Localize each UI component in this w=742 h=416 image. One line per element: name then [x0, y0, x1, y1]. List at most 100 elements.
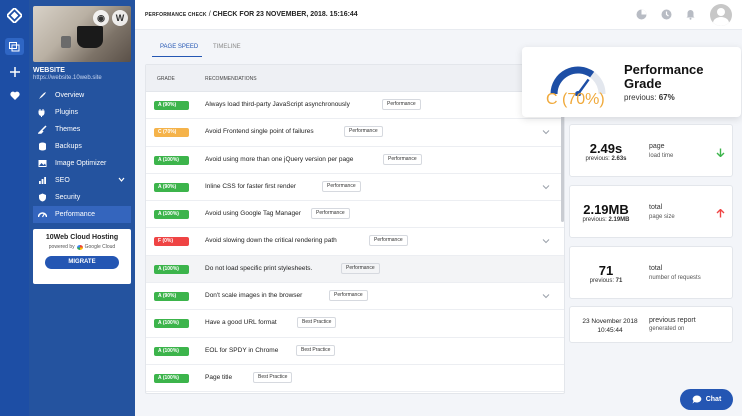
favorites-icon[interactable]: [5, 87, 24, 104]
report-label: previous report: [649, 317, 696, 324]
metric-previous-value: 71: [615, 278, 623, 284]
table-row[interactable]: A (90%) Inline CSS for faster first rende…: [146, 174, 564, 202]
chevron-down-icon[interactable]: [542, 128, 550, 136]
recommendation-text: Page title: [205, 373, 233, 381]
metric-previous-label: previous:: [582, 217, 607, 223]
metric-label: total: [649, 204, 663, 211]
sidebar-item-security[interactable]: Security: [33, 189, 131, 206]
table-row: A (90%) Always load third-party JavaScrip…: [146, 92, 564, 120]
metric-sublabel: number of requests: [649, 275, 701, 281]
recommendations-table: GRADE RECOMMENDATIONS A (90%) Always load…: [145, 64, 565, 394]
column-header-recommendations: RECOMMENDATIONS: [205, 76, 257, 82]
arrow-down-icon: [716, 148, 725, 157]
metric-previous-label: previous:: [589, 278, 614, 284]
sidebar-item-label: Backups: [55, 143, 82, 150]
table-row: A (100%) Avoid using Google Tag Manager Pe…: [146, 201, 564, 229]
powered-by-label: powered by: [48, 244, 75, 250]
metric-previous: previous: 2.19MB: [570, 217, 642, 223]
table-row[interactable]: F (0%) Avoid slowing down the critical re…: [146, 228, 564, 256]
top-header: PERFORMANCE CHECK / CHECK FOR 23 NOVEMBE…: [135, 0, 742, 30]
migrate-button[interactable]: MIGRATE: [45, 256, 119, 269]
chart-icon: [38, 176, 47, 185]
metric-value: 71: [598, 263, 614, 278]
chat-bubble-icon: [692, 395, 702, 404]
category-tag: Performance: [322, 180, 361, 192]
grade-badge: A (100%): [154, 264, 189, 274]
sidebar-item-image-optimizer[interactable]: Image Optimizer: [33, 155, 131, 172]
site-thumbnail[interactable]: ◉ W: [33, 6, 131, 62]
grade-previous-label: previous:: [624, 93, 657, 102]
tab-timeline[interactable]: TIMELINE: [213, 44, 241, 50]
previous-report-card[interactable]: 23 November 2018 10:45:44 previous repor…: [569, 306, 733, 343]
metric-sublabel: load time: [649, 153, 674, 159]
websites-icon[interactable]: [5, 38, 24, 55]
eye-icon[interactable]: ◉: [93, 10, 109, 26]
database-icon: [38, 142, 47, 151]
page-title: CHECK FOR 23 NOVEMBER, 2018. 15:16:44: [212, 11, 358, 18]
chevron-down-icon[interactable]: [542, 237, 550, 245]
recommendation-text: Do not load specific print stylesheets.: [205, 264, 313, 272]
metric-previous-value: 2.63s: [611, 156, 627, 162]
active-tab-indicator: [152, 56, 202, 57]
category-tag: Performance: [369, 235, 408, 247]
metric-card-load-time: 2.49s previous: 2.63s page load time: [569, 124, 733, 177]
google-cloud-label: Google Cloud: [84, 244, 116, 250]
category-tag: Performance: [344, 126, 383, 138]
chat-button[interactable]: Chat: [680, 389, 733, 410]
grade-badge: A (100%): [154, 373, 189, 383]
column-header-grade: GRADE: [157, 76, 175, 82]
avatar[interactable]: [710, 4, 732, 26]
sidebar-item-themes[interactable]: Themes: [33, 121, 131, 138]
sidebar-item-overview[interactable]: Overview: [33, 87, 131, 104]
sidebar: ◉ W WEBSITE https://website.10web.site O…: [29, 0, 135, 416]
brush-icon: [38, 125, 47, 134]
metric-previous-value: 2.19MB: [608, 217, 630, 223]
table-row[interactable]: C (70%) Avoid Frontend single point of fa…: [146, 119, 564, 147]
metric-sublabel: page size: [649, 214, 675, 220]
grade-badge: A (90%): [154, 101, 189, 110]
google-cloud-icon: [76, 244, 83, 250]
grade-badge: A (100%): [154, 346, 189, 356]
rocket-icon: [38, 91, 47, 100]
sidebar-item-backups[interactable]: Backups: [33, 138, 131, 155]
table-row[interactable]: A (90%) Don't scale images in the browser…: [146, 283, 564, 311]
sidebar-item-label: Security: [55, 194, 81, 201]
image-icon: [38, 159, 47, 168]
sidebar-item-performance[interactable]: Performance: [33, 206, 131, 223]
add-site-icon[interactable]: [5, 63, 24, 80]
category-tag: Best Practice: [297, 317, 337, 329]
breadcrumb-parent[interactable]: PERFORMANCE CHECK: [145, 12, 207, 18]
sidebar-item-label: Plugins: [55, 109, 78, 116]
site-name: WEBSITE: [33, 67, 65, 74]
promo-powered-by: powered by Google Cloud: [33, 244, 131, 250]
report-time: 10:45:44: [597, 327, 623, 334]
recommendation-text: Avoid slowing down the critical renderin…: [205, 237, 337, 245]
clock-icon[interactable]: [661, 9, 672, 20]
wordpress-icon[interactable]: W: [112, 10, 128, 26]
bell-icon[interactable]: [685, 9, 696, 20]
grade-badge: A (90%): [154, 292, 189, 302]
site-url[interactable]: https://website.10web.site: [33, 75, 102, 81]
table-row: A (100%) EOL for SPDY in Chrome Best Pract…: [146, 338, 564, 365]
category-tag: Best Practice: [296, 344, 336, 356]
table-row: A (100%) Do not load specific print style…: [146, 255, 564, 284]
tab-page-speed[interactable]: PAGE SPEED: [160, 44, 198, 50]
metric-value: 2.19MB: [583, 202, 629, 217]
chevron-down-icon[interactable]: [118, 176, 125, 183]
metric-value: 2.49s: [589, 141, 623, 156]
breadcrumb: PERFORMANCE CHECK / CHECK FOR 23 NOVEMBE…: [145, 11, 358, 18]
app-rail: [0, 0, 29, 416]
credits-icon[interactable]: [636, 9, 647, 20]
sidebar-item-label: Performance: [55, 211, 96, 218]
sidebar-item-seo[interactable]: SEO: [33, 172, 131, 189]
metric-previous-label: previous:: [585, 156, 610, 162]
chevron-down-icon[interactable]: [542, 292, 550, 300]
chevron-down-icon[interactable]: [542, 183, 550, 191]
sidebar-nav: Overview Plugins Themes Backups Image Op…: [33, 87, 131, 223]
grade-badge: F (0%): [154, 237, 189, 247]
10web-logo-icon[interactable]: [7, 8, 22, 23]
sidebar-item-plugins[interactable]: Plugins: [33, 104, 131, 121]
metric-previous: previous: 2.63s: [570, 156, 642, 162]
performance-grade-card: C (70%) Performance Grade previous: 67%: [522, 47, 741, 117]
grade-title: Performance Grade: [624, 62, 704, 91]
